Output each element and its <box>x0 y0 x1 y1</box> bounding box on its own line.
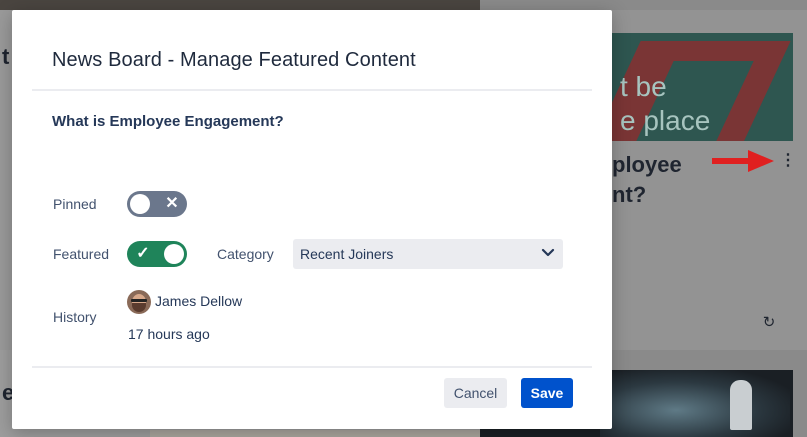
pinned-label: Pinned <box>53 196 97 212</box>
close-icon: ✕ <box>165 195 179 212</box>
dialog-title: News Board - Manage Featured Content <box>52 49 416 71</box>
category-selected-value: Recent Joiners <box>300 246 394 262</box>
toggle-knob <box>164 244 184 264</box>
chevron-down-icon <box>541 248 555 257</box>
cancel-button[interactable]: Cancel <box>444 378 507 408</box>
category-label: Category <box>217 246 274 262</box>
content-item-title: What is Employee Engagement? <box>52 113 284 130</box>
footer-divider <box>32 366 592 368</box>
check-icon: ✓ <box>136 245 150 262</box>
avatar-beard <box>132 303 146 312</box>
background-left-image <box>0 0 480 10</box>
save-button[interactable]: Save <box>521 378 573 408</box>
red-arrow-icon <box>712 150 774 172</box>
refresh-icon[interactable]: ↻ <box>760 314 778 332</box>
header-divider <box>32 89 592 91</box>
card-title-line1: ployee <box>612 152 682 177</box>
image-figure <box>730 380 752 430</box>
hero-text-line1: t be <box>620 71 667 102</box>
avatar <box>127 290 151 314</box>
manage-featured-content-dialog: News Board - Manage Featured Content Wha… <box>12 10 612 429</box>
featured-toggle[interactable]: ✓ <box>127 241 187 267</box>
history-label: History <box>53 309 97 325</box>
background-left-title-fragment: t <box>2 44 10 69</box>
featured-label: Featured <box>53 246 110 262</box>
pinned-toggle[interactable]: ✕ <box>127 191 187 217</box>
avatar-glasses <box>131 299 147 302</box>
history-user-name[interactable]: James Dellow <box>155 293 242 309</box>
history-timestamp: 17 hours ago <box>128 326 210 342</box>
background-left-bottom-image <box>150 430 480 437</box>
image-glow <box>600 370 790 437</box>
toggle-knob <box>130 194 150 214</box>
background-news-card-title: ployee nt? <box>612 150 682 210</box>
hero-text-line2: e place <box>620 105 711 136</box>
more-options-icon[interactable]: ⋮ <box>780 152 796 170</box>
card-title-line2: nt? <box>612 182 647 207</box>
category-select[interactable]: Recent Joiners <box>293 239 563 269</box>
